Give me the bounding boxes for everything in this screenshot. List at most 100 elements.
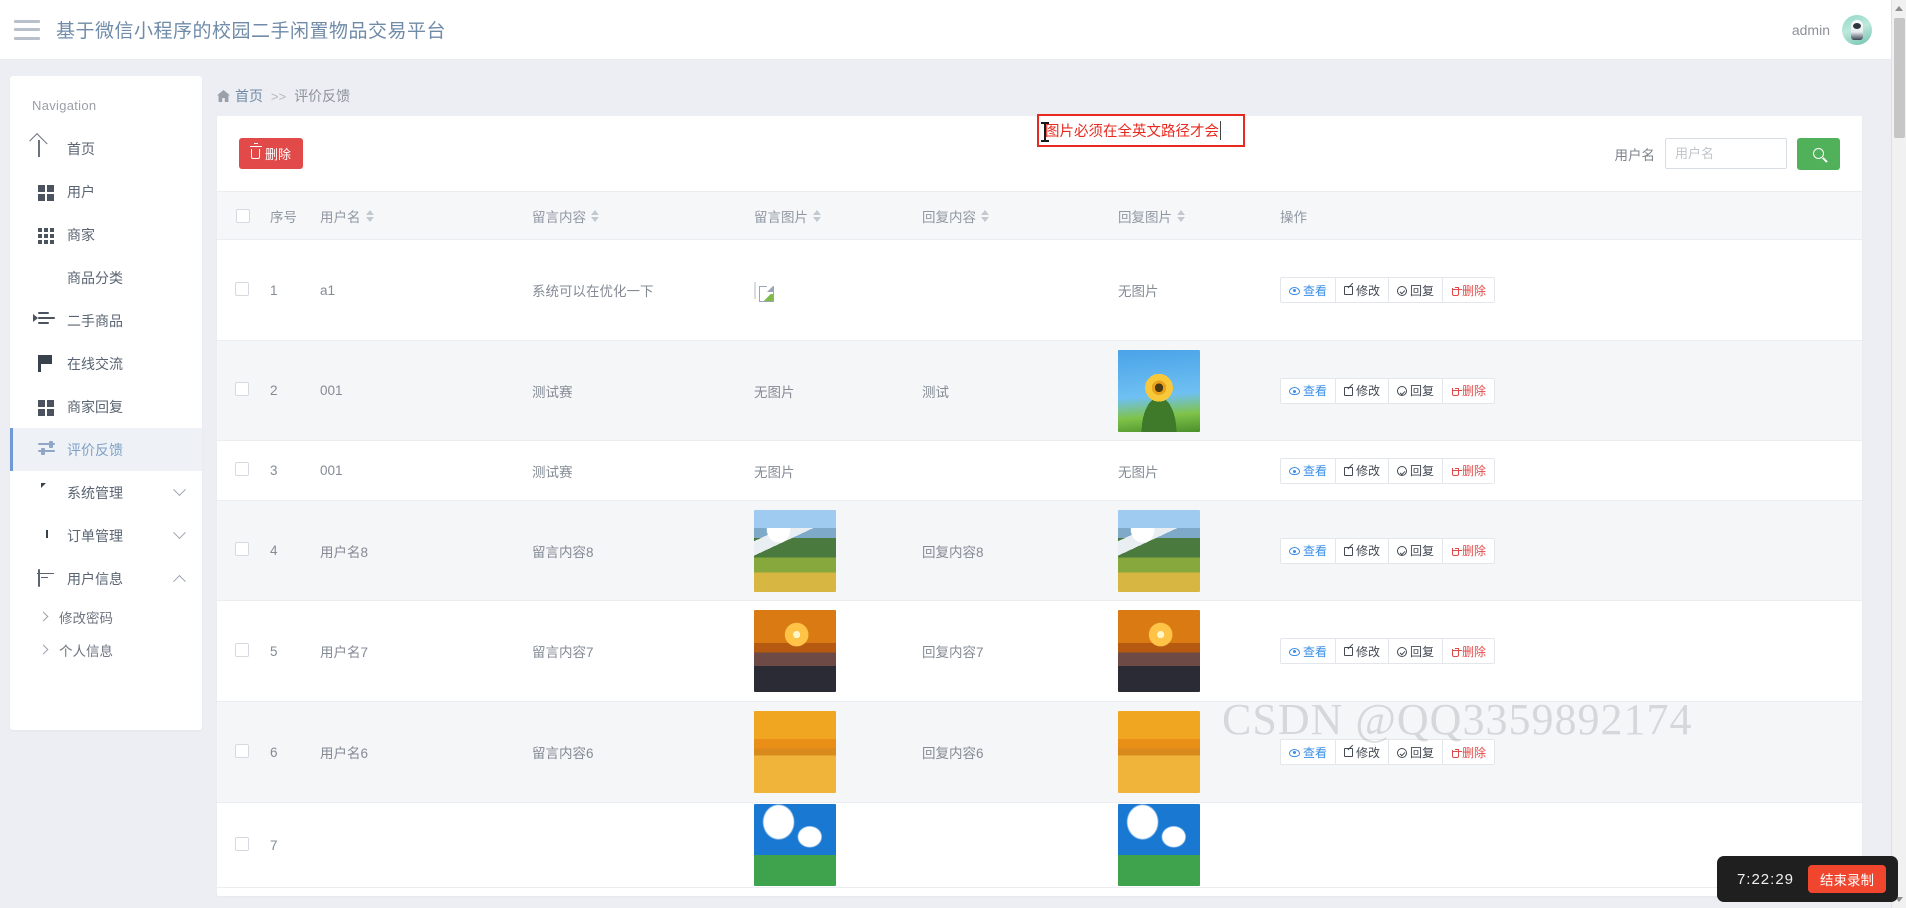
sort-icon[interactable] [981, 209, 989, 222]
th-username[interactable]: 用户名 [319, 191, 531, 240]
scrollbar-thumb[interactable] [1894, 18, 1905, 138]
caret-icon [1220, 121, 1221, 140]
sidebar-item-user-info[interactable]: 用户信息 [10, 557, 202, 600]
thumbnail-image[interactable] [1118, 349, 1200, 432]
th-reply[interactable]: 回复内容 [921, 191, 1117, 240]
view-button[interactable]: 查看 [1281, 278, 1337, 302]
search-button[interactable] [1797, 137, 1840, 170]
view-button[interactable]: 查看 [1281, 538, 1337, 563]
eye-icon [1289, 748, 1300, 757]
table-row[interactable]: 4 用户名8 留言内容8 回复内容8 查看 修改 回复 删除 [217, 500, 1862, 601]
edit-button[interactable]: 修改 [1336, 278, 1390, 302]
row-checkbox[interactable] [235, 281, 249, 296]
th-reply-image[interactable]: 回复图片 [1117, 191, 1279, 240]
sort-icon[interactable] [1177, 209, 1185, 222]
th-label: 回复内容 [922, 209, 976, 225]
th-label: 留言图片 [754, 209, 808, 225]
delete-button[interactable]: 删除 [1443, 378, 1495, 403]
reply-button[interactable]: 回复 [1389, 538, 1444, 563]
delete-button[interactable]: 删除 [1443, 740, 1495, 764]
sidebar-subitem-personal-info[interactable]: 个人信息 [10, 633, 202, 666]
sort-icon[interactable] [365, 209, 374, 222]
edit-button[interactable]: 修改 [1336, 538, 1390, 563]
sidebar-item-secondhand-goods[interactable]: 二手商品 [10, 299, 202, 342]
table-row[interactable]: 6 用户名6 留言内容6 回复内容6 查看 修改 回复 删除 [217, 701, 1862, 803]
reply-button[interactable]: 回复 [1389, 639, 1444, 663]
scroll-up-icon[interactable] [1895, 6, 1903, 11]
delete-button[interactable]: 删除 [1443, 278, 1495, 302]
edit-button[interactable]: 修改 [1336, 740, 1390, 764]
text-cursor-icon [1041, 122, 1049, 142]
view-button[interactable]: 查看 [1281, 458, 1337, 483]
sidebar-item-merchant[interactable]: 商家 [10, 213, 202, 256]
reply-button[interactable]: 回复 [1389, 740, 1444, 764]
reply-button[interactable]: 回复 [1389, 458, 1444, 483]
breadcrumb-home-link[interactable]: 首页 [235, 86, 263, 106]
cell-message [531, 802, 753, 888]
thumbnail-image[interactable] [1118, 610, 1200, 692]
row-checkbox[interactable] [235, 743, 249, 758]
thumbnail-image[interactable] [1118, 804, 1200, 886]
select-all-checkbox[interactable] [236, 208, 250, 223]
row-checkbox[interactable] [235, 642, 249, 657]
sidebar-subitem-change-password[interactable]: 修改密码 [10, 600, 202, 633]
th-message[interactable]: 留言内容 [531, 191, 753, 240]
delete-button[interactable]: 删除 [1443, 538, 1495, 563]
cell-message: 留言内容8 [531, 500, 753, 601]
stop-recording-button[interactable]: 结束录制 [1808, 865, 1886, 893]
table-row[interactable]: 2 001 测试赛 无图片 测试 查看 修改 回复 删除 [217, 340, 1862, 441]
search-input[interactable] [1665, 138, 1787, 169]
thumbnail-image[interactable] [754, 610, 836, 692]
action-label: 查看 [1303, 544, 1328, 558]
delete-button[interactable]: 删除 [1443, 458, 1495, 483]
chevron-up-icon[interactable] [173, 574, 186, 588]
sidebar-item-order-management[interactable]: 订单管理 [10, 514, 202, 557]
sidebar-item-system-management[interactable]: 系统管理 [10, 471, 202, 514]
sidebar-item-user[interactable]: 用户 [10, 170, 202, 213]
hamburger-icon[interactable] [14, 19, 40, 40]
chevron-down-icon[interactable] [173, 483, 186, 497]
view-button[interactable]: 查看 [1281, 740, 1337, 764]
edit-button[interactable]: 修改 [1336, 378, 1390, 403]
row-checkbox[interactable] [235, 836, 249, 851]
row-checkbox[interactable] [235, 542, 249, 556]
cell-username: a1 [319, 239, 531, 341]
chevron-down-icon[interactable] [173, 526, 186, 540]
th-message-image[interactable]: 留言图片 [753, 191, 921, 240]
table-row[interactable]: 1 a1 系统可以在优化一下 无图片 查看 修改 回复 删除 [217, 239, 1862, 341]
sidebar-item-online-chat[interactable]: 在线交流 [10, 342, 202, 385]
sidebar-item-evaluation-feedback[interactable]: 评价反馈 [10, 428, 202, 471]
view-button[interactable]: 查看 [1281, 378, 1337, 403]
edit-button[interactable]: 修改 [1336, 639, 1390, 663]
sidebar-item-product-category[interactable]: 商品分类 [10, 256, 202, 299]
validation-message-box[interactable]: 图片必须在全英文路径才会 [1037, 114, 1245, 147]
table-row[interactable]: 5 用户名7 留言内容7 回复内容7 查看 修改 回复 删除 [217, 600, 1862, 702]
batch-delete-button[interactable]: 删除 [239, 138, 304, 169]
thumbnail-image[interactable] [1118, 509, 1200, 592]
trash-icon [1451, 749, 1462, 758]
thumbnail-image[interactable] [754, 509, 836, 592]
action-label: 回复 [1410, 384, 1435, 398]
row-checkbox[interactable] [235, 382, 249, 396]
action-label: 回复 [1410, 283, 1435, 298]
row-checkbox[interactable] [235, 462, 249, 476]
thumbnail-image[interactable] [754, 804, 836, 886]
cell-reply-image [1117, 500, 1279, 601]
reply-button[interactable]: 回复 [1389, 278, 1444, 302]
sidebar-item-home[interactable]: 首页 [10, 127, 202, 170]
view-button[interactable]: 查看 [1281, 639, 1337, 663]
trash-icon [1451, 547, 1462, 556]
thumbnail-image[interactable] [1118, 711, 1200, 793]
table-row[interactable]: 3 001 测试赛 无图片 无图片 查看 修改 回复 删除 [217, 440, 1862, 501]
table-row[interactable]: 7 [217, 802, 1862, 888]
sort-icon[interactable] [813, 209, 821, 222]
page-scrollbar[interactable] [1891, 0, 1906, 908]
delete-button[interactable]: 删除 [1443, 639, 1495, 663]
edit-button[interactable]: 修改 [1336, 458, 1390, 483]
thumbnail-image[interactable] [754, 711, 836, 793]
sidebar-item-label: 评价反馈 [67, 441, 123, 458]
sidebar-item-merchant-reply[interactable]: 商家回复 [10, 385, 202, 428]
avatar[interactable] [1842, 14, 1872, 45]
sort-icon[interactable] [591, 209, 599, 222]
reply-button[interactable]: 回复 [1389, 378, 1444, 403]
